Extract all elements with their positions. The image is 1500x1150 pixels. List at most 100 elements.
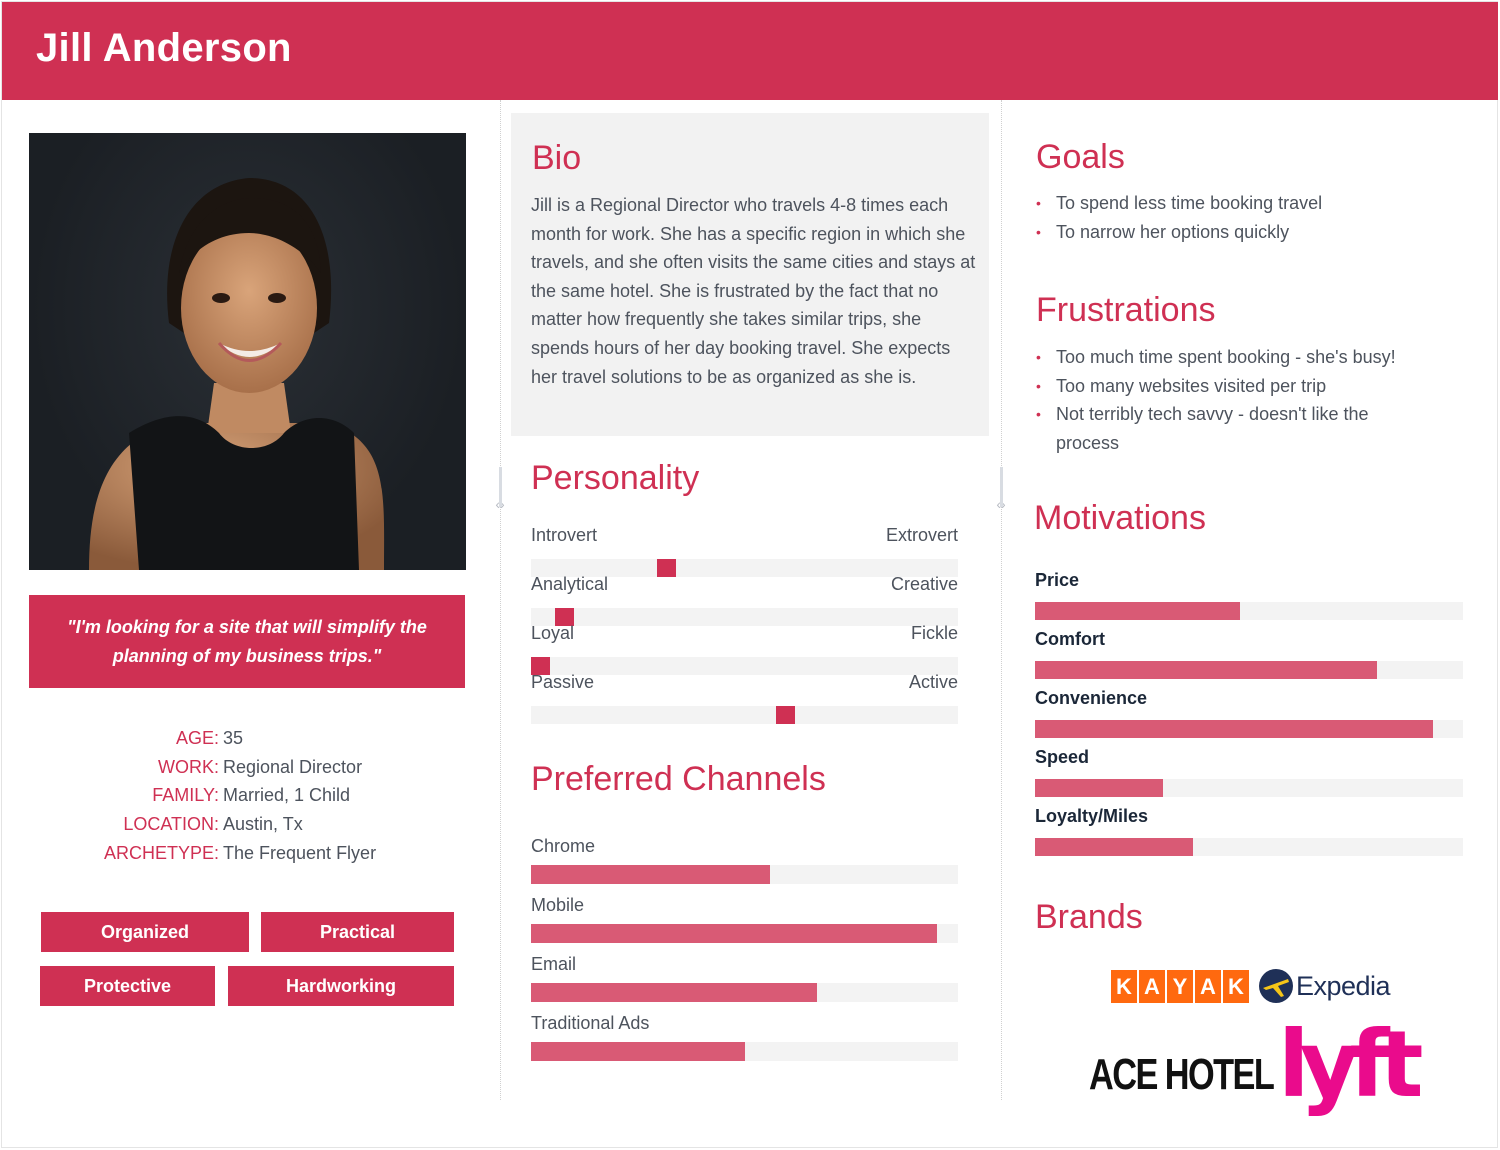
kayak-logo: KAYAK <box>1111 970 1249 1003</box>
kayak-letter-tile: A <box>1139 970 1165 1003</box>
fact-label: AGE: <box>175 728 219 748</box>
motivation-bar-fill <box>1035 838 1194 856</box>
trait-left-label: Passive <box>531 672 595 692</box>
fact-work: WORK: Regional Director <box>29 753 465 782</box>
channel-label: Chrome <box>531 836 596 856</box>
motivations-title: Motivations <box>1034 499 1206 537</box>
trait-left-label: Introvert <box>531 525 598 545</box>
trait-tag-protective: Protective <box>40 966 215 1006</box>
persona-quote: "I'm looking for a site that will simpli… <box>29 595 465 688</box>
frustration-item: Too many websites visited per trip <box>1036 372 1436 401</box>
channel-mobile: Mobile <box>531 890 958 943</box>
header-bar: Jill Anderson <box>2 2 1498 100</box>
channel-label: Email <box>531 954 577 974</box>
channel-bar-track <box>531 1042 958 1061</box>
brands-title: Brands <box>1035 898 1143 936</box>
motivation-label: Price <box>1035 570 1080 590</box>
channel-bar-track <box>531 924 958 943</box>
persona-facts: AGE: 35 WORK: Regional Director FAMILY: Mar… <box>29 724 465 867</box>
kayak-letter-tile: K <box>1111 970 1137 1003</box>
channel-label: Mobile <box>531 895 585 915</box>
fact-archetype: ARCHETYPE: The Frequent Flyer <box>29 839 465 868</box>
motivation-label: Speed <box>1035 747 1090 767</box>
resize-handle-icon[interactable]: ‹› <box>490 467 510 519</box>
frustrations-title: Frustrations <box>1036 291 1216 329</box>
persona-photo <box>29 133 466 570</box>
trait-tag-hardworking: Hardworking <box>228 966 454 1006</box>
trait-analytical-creative: Analytical Creative <box>531 570 958 626</box>
goal-item: To spend less time booking travel <box>1036 189 1466 218</box>
frustration-item: Not terribly tech savvy - doesn't like t… <box>1036 400 1436 457</box>
channel-traditional-ads: Traditional Ads <box>531 1008 958 1061</box>
column-divider-right <box>1001 100 1002 1100</box>
trait-slider-track <box>531 706 958 724</box>
bio-panel: Bio Jill is a Regional Director who trav… <box>511 113 989 436</box>
fact-age: AGE: 35 <box>29 724 465 753</box>
motivation-convenience: Convenience <box>1035 684 1463 738</box>
trait-right-label: Active <box>908 672 958 692</box>
motivation-label: Loyalty/Miles <box>1035 806 1149 826</box>
ace-hotel-logo: ACE HOTEL <box>1089 1050 1275 1099</box>
motivation-label: Comfort <box>1035 629 1105 649</box>
motivation-bar-track <box>1035 661 1463 679</box>
expedia-logo: Expedia <box>1258 968 1391 1004</box>
channel-bar-fill <box>531 865 771 884</box>
channel-email: Email <box>531 949 958 1002</box>
persona-name: Jill Anderson <box>36 26 292 70</box>
frustration-item: Too much time spent booking - she's busy… <box>1036 343 1436 372</box>
motivation-speed: Speed <box>1035 743 1463 797</box>
motivation-bar-fill <box>1035 661 1378 679</box>
trait-tag-practical: Practical <box>261 912 454 952</box>
fact-value: 35 <box>223 728 244 748</box>
portrait-illustration <box>89 178 385 570</box>
channel-chrome: Chrome <box>531 831 958 884</box>
goal-item: To narrow her options quickly <box>1036 218 1466 247</box>
expedia-plane-icon <box>1259 969 1293 1003</box>
trait-passive-active: Passive Active <box>531 668 958 724</box>
motivation-loyalty-miles: Loyalty/Miles <box>1035 802 1463 856</box>
kayak-letter-tile: K <box>1223 970 1249 1003</box>
trait-left-label: Loyal <box>531 623 575 643</box>
fact-family: FAMILY: Married, 1 Child <box>29 781 465 810</box>
fact-label: FAMILY: <box>152 785 219 806</box>
fact-label: ARCHETYPE: <box>103 842 219 863</box>
channel-bar-track <box>531 983 958 1002</box>
trait-marker <box>775 706 795 724</box>
fact-location: LOCATION: Austin, Tx <box>29 810 465 839</box>
trait-introvert-extrovert: Introvert Extrovert <box>531 521 958 577</box>
channel-bar-fill <box>531 983 818 1002</box>
fact-value: Austin, Tx <box>223 814 303 835</box>
goals-title: Goals <box>1036 138 1125 176</box>
motivation-bar-track <box>1035 720 1463 738</box>
fact-label: WORK: <box>158 756 219 777</box>
motivation-bar-fill <box>1035 602 1241 620</box>
trait-left-label: Analytical <box>531 574 609 594</box>
trait-right-label: Fickle <box>910 623 958 643</box>
personality-title: Personality <box>531 459 700 497</box>
motivation-bar-track <box>1035 838 1463 856</box>
resize-handle-icon[interactable]: ‹› <box>991 467 1011 519</box>
fact-value: The Frequent Flyer <box>223 842 377 863</box>
bio-text: Jill is a Regional Director who travels … <box>531 195 976 387</box>
motivation-bar-fill <box>1035 720 1434 738</box>
lyft-logo: lyft <box>1278 1011 1423 1118</box>
motivation-bar-track <box>1035 779 1463 797</box>
channel-label: Traditional Ads <box>531 1013 650 1033</box>
motivation-comfort: Comfort <box>1035 625 1463 679</box>
channel-bar-fill <box>531 924 937 943</box>
trait-right-label: Extrovert <box>885 525 958 545</box>
channel-bar-fill <box>531 1042 745 1061</box>
motivation-bar-track <box>1035 602 1463 620</box>
channels-title: Preferred Channels <box>531 760 826 798</box>
kayak-letter-tile: A <box>1195 970 1221 1003</box>
channel-bar-track <box>531 865 958 884</box>
trait-loyal-fickle: Loyal Fickle <box>531 619 958 675</box>
bio-title: Bio <box>532 139 582 177</box>
frustrations-list: Too much time spent booking - she's busy… <box>1036 343 1436 458</box>
expedia-wordmark: Expedia <box>1296 970 1391 1001</box>
trait-right-label: Creative <box>890 574 958 594</box>
fact-value: Regional Director <box>223 756 363 777</box>
motivation-price: Price <box>1035 566 1463 620</box>
motivation-bar-fill <box>1035 779 1164 797</box>
motivation-label: Convenience <box>1035 688 1148 708</box>
